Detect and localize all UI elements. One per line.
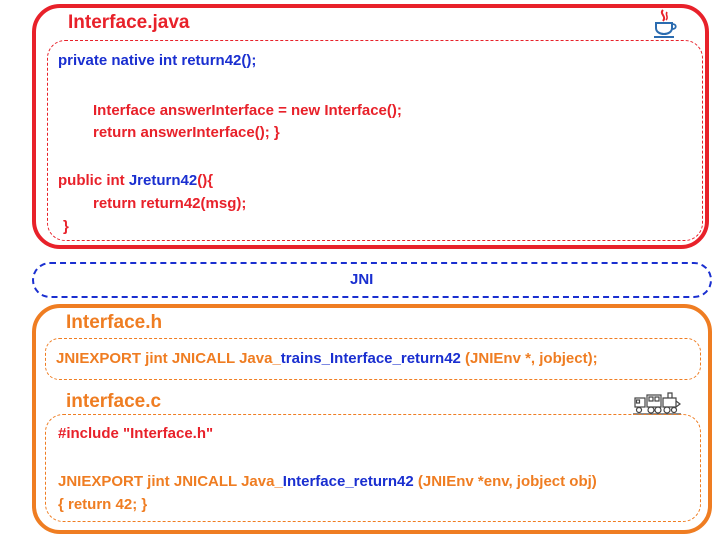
c-file-title: interface.c bbox=[66, 391, 162, 412]
java-panel-title: Interface.java bbox=[68, 12, 190, 33]
return-answer-line: return answerInterface(); } bbox=[93, 124, 280, 141]
return-call-line: return return42(msg); bbox=[93, 195, 247, 212]
header-suffix: (JNIEnv *, jobject); bbox=[460, 350, 598, 367]
include-line: #include "Interface.h" bbox=[58, 425, 214, 442]
c-function-body-line: { return 42; } bbox=[58, 496, 148, 513]
c-function-prefix: JNIEXPORT jint JNICALL Java_ bbox=[58, 473, 283, 490]
jni-label: JNI bbox=[350, 271, 374, 288]
c-function-signature-line: JNIEXPORT jint JNICALL Java_Interface_re… bbox=[58, 473, 597, 490]
header-declaration-line: JNIEXPORT jint JNICALL Java_trains_Inter… bbox=[56, 350, 598, 367]
answer-interface-line: Interface answerInterface = new Interfac… bbox=[93, 102, 402, 119]
public-method-line: public int Jreturn42(){ bbox=[58, 172, 213, 189]
native-declaration-line: private native int return42(); bbox=[58, 52, 257, 69]
public-method-suffix: (){ bbox=[197, 172, 214, 189]
public-method-name: Jreturn42 bbox=[128, 172, 198, 189]
train-icon bbox=[633, 392, 681, 415]
c-function-suffix: (JNIEnv *env, jobject obj) bbox=[413, 473, 597, 490]
header-method-name: trains_Interface_return42 bbox=[280, 350, 461, 367]
java-cup-icon bbox=[654, 9, 677, 38]
header-prefix: JNIEXPORT jint JNICALL Java_ bbox=[56, 350, 281, 367]
close-brace-line: } bbox=[63, 218, 69, 235]
c-function-name: Interface_return42 bbox=[282, 473, 414, 490]
header-file-title: Interface.h bbox=[66, 312, 163, 333]
public-method-prefix: public int bbox=[58, 172, 129, 189]
